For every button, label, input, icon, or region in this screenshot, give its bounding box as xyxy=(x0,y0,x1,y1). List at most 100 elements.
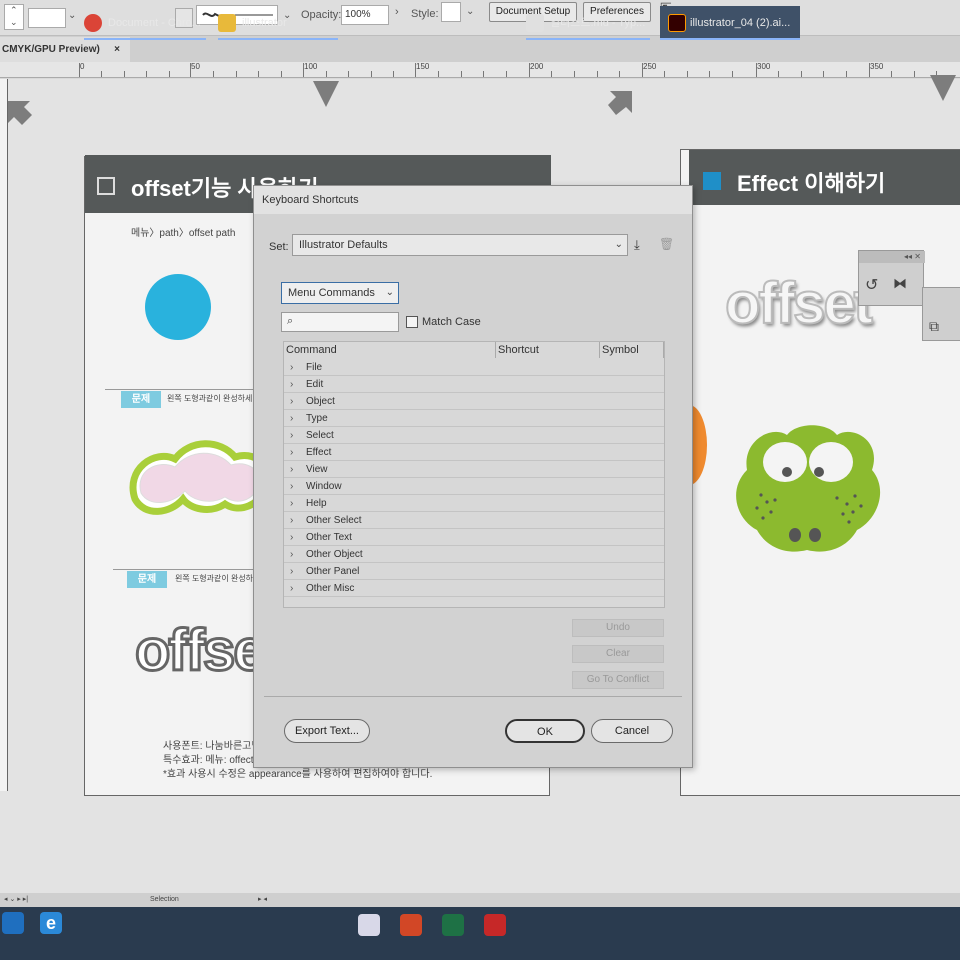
header-square-icon xyxy=(97,177,115,195)
match-case-checkbox[interactable] xyxy=(406,316,418,328)
category-dropdown[interactable]: Menu Commands ⌄ xyxy=(281,282,399,304)
stepper[interactable]: ⌃ ⌄ xyxy=(4,4,24,30)
snipping-tool-icon[interactable] xyxy=(358,914,380,936)
row-label: Other Select xyxy=(306,515,362,526)
table-row[interactable]: › File xyxy=(284,359,664,376)
trash-icon[interactable]: 🗑 xyxy=(659,237,674,251)
chevron-right-icon[interactable]: › xyxy=(290,359,293,376)
column-header-shortcut[interactable]: Shortcut xyxy=(496,342,600,358)
chevron-down-icon[interactable]: ⌄ xyxy=(68,10,76,21)
taskbar-item-label: illustrator_04 (2).ai... xyxy=(690,17,791,29)
close-icon[interactable]: × xyxy=(114,37,120,63)
column-header-command[interactable]: Command xyxy=(284,342,496,358)
ruler-label: 250 xyxy=(643,62,657,71)
chevron-right-icon[interactable]: › xyxy=(395,6,399,18)
problem-text: 왼쪽 도형과같이 완성하세 xyxy=(175,574,261,583)
artboard-title: Effect 이해하기 xyxy=(737,171,886,196)
ok-button[interactable]: OK xyxy=(505,719,585,743)
undo-button[interactable]: Undo xyxy=(572,619,664,637)
problem-tag: 문제 xyxy=(127,571,167,588)
row-label: Other Misc xyxy=(306,583,355,594)
go-to-conflict-button[interactable]: Go To Conflict xyxy=(572,671,664,689)
effect-note: 특수효과: 메뉴: offect 〉 xyxy=(163,755,267,766)
match-case-label: Match Case xyxy=(422,316,481,328)
taskbar-item-folder[interactable]: illustrator xyxy=(218,6,338,40)
chrome-icon xyxy=(84,14,102,32)
table-row[interactable]: › Other Select xyxy=(284,512,664,529)
typora-icon xyxy=(526,14,544,32)
table-row[interactable]: › View xyxy=(284,461,664,478)
row-label: Help xyxy=(306,498,327,509)
floating-panel-secondary[interactable]: ⧉ xyxy=(922,287,960,341)
set-dropdown-value: Illustrator Defaults xyxy=(299,239,388,251)
stroke-weight-field[interactable] xyxy=(28,8,66,28)
row-label: Type xyxy=(306,413,328,424)
table-row[interactable]: › Window xyxy=(284,478,664,495)
table-row[interactable]: › Effect xyxy=(284,444,664,461)
chevron-right-icon[interactable]: › xyxy=(290,512,293,529)
chevron-right-icon[interactable]: › xyxy=(290,478,293,495)
set-dropdown[interactable]: Illustrator Defaults ⌄ xyxy=(292,234,628,256)
status-arrows[interactable]: ▸ ◂ xyxy=(258,895,267,903)
chevron-right-icon[interactable]: › xyxy=(290,495,293,512)
chevron-right-icon[interactable]: › xyxy=(290,444,293,461)
style-swatch[interactable] xyxy=(441,2,461,22)
problem-tag: 문제 xyxy=(121,391,161,408)
header-square-icon xyxy=(703,172,721,190)
menu-path-text: 메뉴〉path〉offset path xyxy=(131,228,236,239)
chevron-down-icon[interactable]: ⌄ xyxy=(466,6,474,17)
table-row[interactable]: › Other Panel xyxy=(284,563,664,580)
edge-icon[interactable] xyxy=(2,912,24,934)
illustrator-icon xyxy=(668,14,686,32)
chevron-right-icon[interactable]: › xyxy=(290,410,293,427)
problem-text: 왼쪽 도형과같이 완성하세 xyxy=(167,394,253,403)
document-tab[interactable]: CMYK/GPU Preview) × xyxy=(0,37,130,63)
export-text-button[interactable]: Export Text... xyxy=(284,719,370,743)
transform-icon[interactable]: ⧉ xyxy=(929,318,939,335)
excel-icon[interactable] xyxy=(442,914,464,936)
chevron-right-icon[interactable]: › xyxy=(290,563,293,580)
style-label: Style: xyxy=(411,8,439,20)
blue-circle[interactable] xyxy=(145,274,211,340)
panel-close-icon[interactable]: ◂◂ ✕ xyxy=(859,251,925,263)
taskbar-item-typora[interactable]: 일러스트.md - Typ... xyxy=(526,6,650,40)
column-header-symbol[interactable]: Symbol xyxy=(600,342,664,358)
chevron-right-icon[interactable]: › xyxy=(290,546,293,563)
reflect-icon[interactable]: ⧓ xyxy=(893,275,907,292)
table-row[interactable]: › Help xyxy=(284,495,664,512)
arrow-down-icon xyxy=(313,81,339,107)
table-row[interactable]: › Object xyxy=(284,393,664,410)
chevron-right-icon[interactable]: › xyxy=(290,461,293,478)
row-label: Other Text xyxy=(306,532,352,543)
table-row[interactable]: › Edit xyxy=(284,376,664,393)
acrobat-icon[interactable] xyxy=(484,914,506,936)
artboard-edge xyxy=(0,79,8,791)
chevron-right-icon[interactable]: › xyxy=(290,580,293,597)
opacity-field[interactable]: 100% xyxy=(341,5,389,25)
row-label: Edit xyxy=(306,379,324,390)
cancel-button[interactable]: Cancel xyxy=(591,719,673,743)
search-input[interactable]: ⌕ xyxy=(281,312,399,332)
clear-button[interactable]: Clear xyxy=(572,645,664,663)
save-set-icon[interactable]: ⤓ xyxy=(634,237,640,253)
chevron-right-icon[interactable]: › xyxy=(290,529,293,546)
floating-panel[interactable]: ◂◂ ✕ ↺ ⧓ xyxy=(858,250,925,306)
chevron-right-icon[interactable]: › xyxy=(290,393,293,410)
zoom-stepper[interactable]: ◂ ⌄ ▸ ▸| xyxy=(4,895,28,903)
table-row[interactable]: › Other Object xyxy=(284,546,664,563)
arrow-ne-icon xyxy=(608,91,632,115)
chevron-right-icon[interactable]: › xyxy=(290,427,293,444)
powerpoint-icon[interactable] xyxy=(400,914,422,936)
offset-effect-text[interactable]: offset xyxy=(724,270,874,337)
chevron-right-icon[interactable]: › xyxy=(290,376,293,393)
rotate-icon[interactable]: ↺ xyxy=(865,275,878,295)
taskbar-item-illustrator[interactable]: illustrator_04 (2).ai... xyxy=(660,6,800,40)
artboard-right[interactable]: Effect 이해하기 offset xyxy=(671,149,960,796)
table-row[interactable]: › Other Misc xyxy=(284,580,664,597)
internet-explorer-icon[interactable]: e xyxy=(40,912,62,934)
frog-illustration[interactable] xyxy=(727,420,887,555)
table-row[interactable]: › Type xyxy=(284,410,664,427)
table-row[interactable]: › Other Text xyxy=(284,529,664,546)
taskbar-item-chrome[interactable]: Document - Chro... xyxy=(84,6,206,40)
table-row[interactable]: › Select xyxy=(284,427,664,444)
